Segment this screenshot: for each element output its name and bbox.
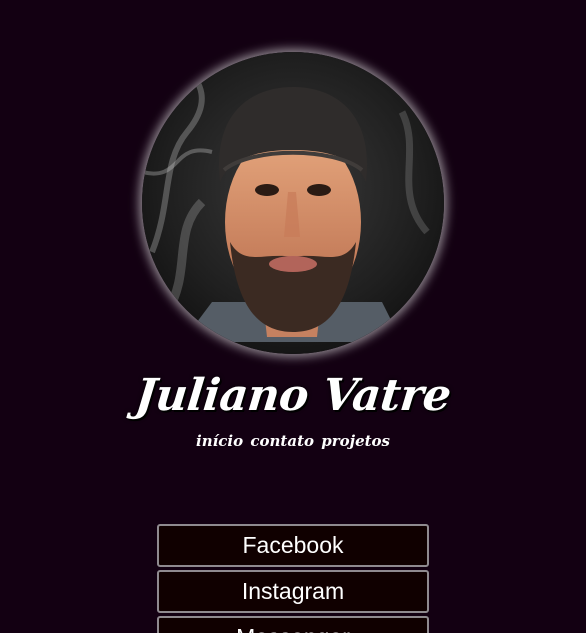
nav-link-projetos[interactable]: projetos (321, 432, 390, 450)
profile-name: Juliano Vatre (132, 370, 454, 421)
link-buttons: Facebook Instagram Messenger (157, 524, 429, 633)
avatar (142, 52, 444, 354)
nav-link-inicio[interactable]: início (196, 432, 243, 450)
nav-menu: início contato projetos (0, 432, 586, 450)
instagram-button[interactable]: Instagram (157, 570, 429, 613)
facebook-button[interactable]: Facebook (157, 524, 429, 567)
avatar-photo (142, 52, 444, 354)
nav-link-contato[interactable]: contato (250, 432, 314, 450)
messenger-button[interactable]: Messenger (157, 616, 429, 633)
